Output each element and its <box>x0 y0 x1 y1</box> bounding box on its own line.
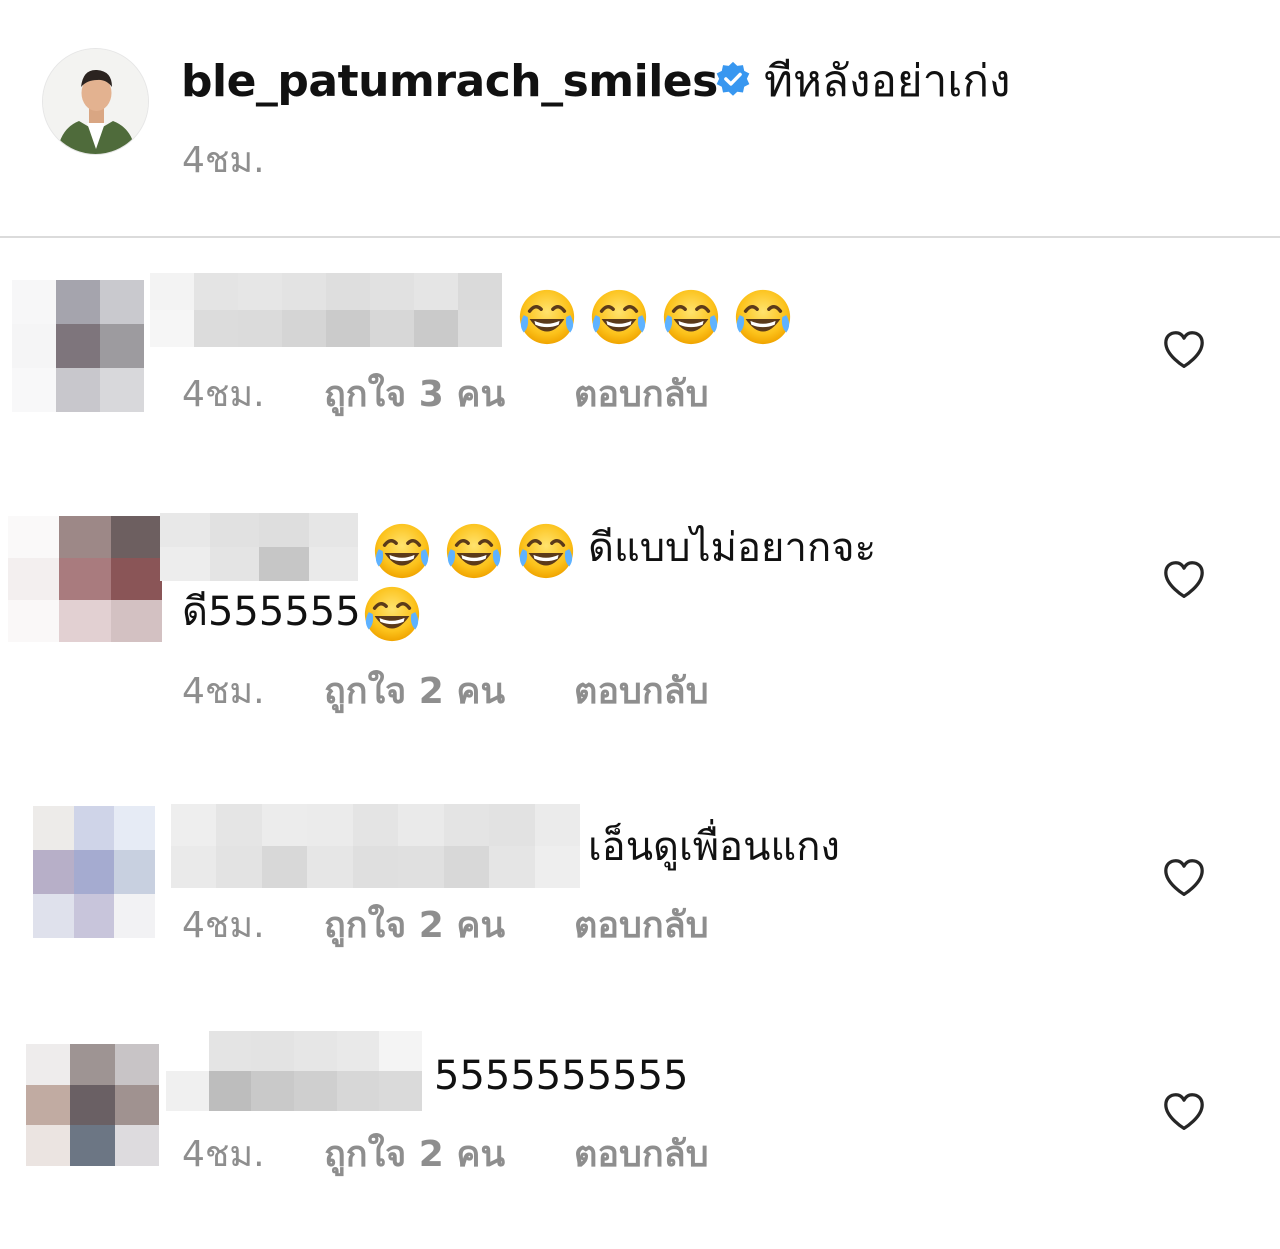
heart-icon[interactable] <box>1162 1092 1206 1132</box>
comment-likes-count[interactable]: ถูกใจ 3 คน <box>324 371 574 419</box>
comment-emoji-row <box>371 520 577 582</box>
avatar-photo <box>43 49 148 154</box>
username-pixelated[interactable] <box>171 804 580 888</box>
post-username[interactable]: ble_patumrach_smiles <box>181 52 718 112</box>
comment-timestamp: 4ชม. <box>182 905 265 946</box>
comment-meta: 4ชม. ถูกใจ 3 คน ตอบกลับ <box>182 371 709 419</box>
comment-emoji-row <box>361 583 423 645</box>
comments-screen: ble_patumrach_smiles ทีหลังอย่าเก่ง 4ชม.… <box>0 0 1280 1249</box>
post-header: ble_patumrach_smiles ทีหลังอย่าเก่ง 4ชม. <box>0 0 1280 238</box>
reply-button[interactable]: ตอบกลับ <box>574 902 709 950</box>
face-with-tears-of-joy-icon <box>361 583 423 645</box>
comment-timestamp: 4ชม. <box>182 374 265 415</box>
username-pixelated[interactable] <box>150 273 502 347</box>
comment-emoji-row <box>516 286 794 348</box>
comment-meta: 4ชม. ถูกใจ 2 คน ตอบกลับ <box>182 902 709 950</box>
comment-timestamp: 4ชม. <box>182 671 265 712</box>
comment-item: 5555555555 4ชม. ถูกใจ 2 คน ตอบกลับ <box>0 1030 1280 1210</box>
comment-text-line-2: ดี555555 <box>182 580 423 645</box>
face-with-tears-of-joy-icon <box>516 286 578 348</box>
comment-item: 4ชม. ถูกใจ 3 คน ตอบกลับ <box>0 260 1280 440</box>
face-with-tears-of-joy-icon <box>588 286 650 348</box>
reply-button[interactable]: ตอบกลับ <box>574 1131 709 1179</box>
comment-item: ดีแบบไม่อยากจะ ดี555555 4ชม. ถูกใจ 2 คน … <box>0 500 1280 740</box>
face-with-tears-of-joy-icon <box>371 520 433 582</box>
face-with-tears-of-joy-icon <box>660 286 722 348</box>
comment-likes-count[interactable]: ถูกใจ 2 คน <box>324 668 574 716</box>
post-caption: ทีหลังอย่าเก่ง <box>764 56 1011 107</box>
comment-text-line-2-text: ดี555555 <box>182 589 361 635</box>
heart-icon[interactable] <box>1162 858 1206 898</box>
avatar-pixelated[interactable] <box>12 280 144 412</box>
avatar-pixelated[interactable] <box>26 1044 159 1166</box>
username-pixelated[interactable] <box>166 1031 422 1111</box>
comment-meta: 4ชม. ถูกใจ 2 คน ตอบกลับ <box>182 1131 709 1179</box>
header-divider <box>0 236 1280 238</box>
avatar-pixelated[interactable] <box>33 806 155 938</box>
reply-button[interactable]: ตอบกลับ <box>574 668 709 716</box>
comment-meta: 4ชม. ถูกใจ 2 คน ตอบกลับ <box>182 668 709 716</box>
heart-icon[interactable] <box>1162 560 1206 600</box>
reply-button[interactable]: ตอบกลับ <box>574 371 709 419</box>
face-with-tears-of-joy-icon <box>732 286 794 348</box>
face-with-tears-of-joy-icon <box>515 520 577 582</box>
comment-likes-count[interactable]: ถูกใจ 2 คน <box>324 902 574 950</box>
comment-text: เอ็นดูเพื่อนแกง <box>588 824 840 870</box>
avatar-pixelated[interactable] <box>8 516 162 642</box>
comment-item: เอ็นดูเพื่อนแกง 4ชม. ถูกใจ 2 คน ตอบกลับ <box>0 800 1280 980</box>
username-pixelated[interactable] <box>160 513 358 581</box>
heart-icon[interactable] <box>1162 330 1206 370</box>
verified-badge-icon <box>716 61 750 96</box>
comment-text: ดีแบบไม่อยากจะ <box>588 525 877 571</box>
comment-text: 5555555555 <box>434 1053 689 1099</box>
comment-timestamp: 4ชม. <box>182 1134 265 1175</box>
comment-likes-count[interactable]: ถูกใจ 2 คน <box>324 1131 574 1179</box>
post-timestamp: 4ชม. <box>182 140 265 181</box>
face-with-tears-of-joy-icon <box>443 520 505 582</box>
avatar[interactable] <box>42 48 149 155</box>
